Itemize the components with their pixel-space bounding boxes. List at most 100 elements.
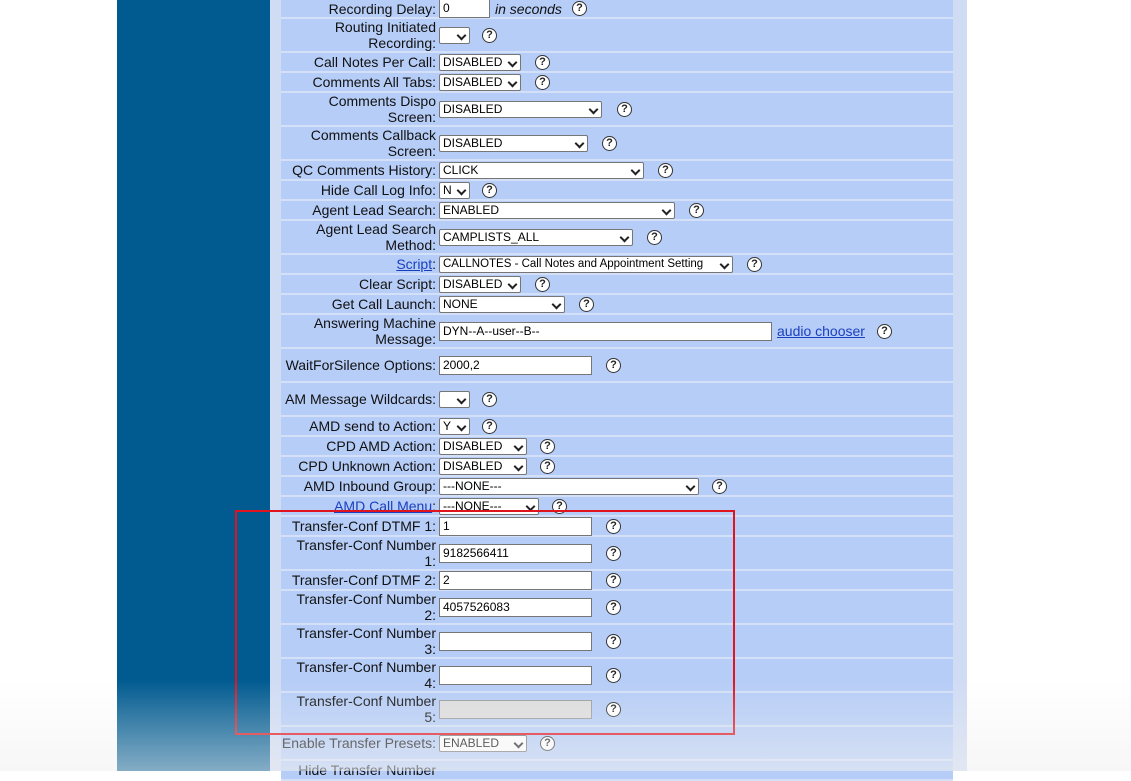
- comments-dispo-select[interactable]: DISABLED: [439, 100, 602, 118]
- call-notes-select[interactable]: DISABLED: [439, 53, 521, 71]
- help-icon[interactable]: ?: [540, 438, 555, 454]
- cpd-amd-select[interactable]: DISABLED: [439, 437, 527, 455]
- comments-all-tabs-label: Comments All Tabs:: [312, 74, 436, 90]
- cpd-unknown-label: CPD Unknown Action:: [298, 458, 436, 474]
- help-icon[interactable]: ?: [712, 478, 727, 494]
- help-icon[interactable]: ?: [571, 1, 587, 16]
- row-call-notes: Call Notes Per Call: DISABLED ?: [281, 53, 953, 73]
- row-cpd-unknown: CPD Unknown Action: DISABLED ?: [281, 457, 953, 477]
- chevron-down-icon: [507, 77, 518, 87]
- chevron-down-icon: [507, 57, 518, 67]
- help-icon[interactable]: ?: [482, 182, 497, 198]
- row-wait-for-silence: WaitForSilence Options: 2000,2 ?: [281, 349, 953, 383]
- agent-lead-search-method-label: Agent Lead Search Method:: [316, 221, 436, 253]
- recording-delay-input[interactable]: 0: [439, 0, 490, 18]
- chevron-down-icon: [619, 232, 630, 242]
- help-icon[interactable]: ?: [482, 27, 497, 43]
- row-agent-lead-search: Agent Lead Search: ENABLED ?: [281, 201, 953, 221]
- am-wildcards-label: AM Message Wildcards:: [285, 391, 436, 407]
- row-clear-script: Clear Script: DISABLED ?: [281, 275, 953, 295]
- help-icon[interactable]: ?: [647, 229, 662, 245]
- chevron-down-icon: [507, 279, 518, 289]
- row-hide-call-log: Hide Call Log Info: N ?: [281, 181, 953, 201]
- clear-script-label: Clear Script:: [358, 276, 436, 292]
- help-icon[interactable]: ?: [876, 323, 892, 339]
- agent-lead-search-label: Agent Lead Search:: [312, 202, 436, 218]
- chevron-down-icon: [456, 394, 467, 404]
- row-script: Script: CALLNOTES - Call Notes and Appoi…: [281, 255, 953, 275]
- chevron-down-icon: [513, 461, 524, 471]
- help-icon[interactable]: ?: [617, 101, 632, 117]
- chevron-down-icon: [588, 104, 599, 114]
- cpd-amd-label: CPD AMD Action:: [326, 438, 436, 454]
- amd-inbound-label: AMD Inbound Group:: [303, 478, 436, 494]
- agent-lead-search-select[interactable]: ENABLED: [439, 201, 675, 219]
- am-wildcards-select[interactable]: [439, 390, 470, 408]
- row-comments-dispo: Comments Dispo Screen: DISABLED ?: [281, 93, 953, 127]
- help-icon[interactable]: ?: [535, 54, 550, 70]
- script-link[interactable]: Script: [396, 256, 432, 272]
- help-icon[interactable]: ?: [535, 276, 550, 292]
- wait-for-silence-label: WaitForSilence Options:: [285, 357, 436, 373]
- wait-for-silence-input[interactable]: 2000,2: [439, 355, 592, 375]
- amd-send-select[interactable]: Y: [439, 417, 470, 435]
- row-comments-all-tabs: Comments All Tabs: DISABLED ?: [281, 73, 953, 93]
- row-am-message: Answering Machine Message: DYN--A--user-…: [281, 315, 953, 349]
- row-amd-inbound: AMD Inbound Group: ---NONE--- ?: [281, 477, 953, 497]
- help-icon[interactable]: ?: [579, 296, 594, 312]
- row-get-call-launch: Get Call Launch: NONE ?: [281, 295, 953, 315]
- amd-send-label: AMD send to Action:: [309, 418, 436, 434]
- highlight-box: [235, 510, 735, 735]
- comments-callback-label: Comments Callback Screen:: [310, 127, 436, 159]
- help-icon[interactable]: ?: [606, 357, 621, 373]
- help-icon[interactable]: ?: [689, 202, 704, 218]
- help-icon[interactable]: ?: [658, 162, 673, 178]
- chevron-down-icon: [551, 299, 562, 309]
- chevron-down-icon: [456, 185, 467, 195]
- help-icon[interactable]: ?: [602, 135, 617, 151]
- chevron-down-icon: [513, 441, 524, 451]
- row-routing-initiated: Routing Initiated Recording: ?: [281, 19, 953, 53]
- comments-dispo-label: Comments Dispo Screen:: [328, 93, 436, 125]
- row-amd-send: AMD send to Action: Y ?: [281, 417, 953, 437]
- recording-delay-label: Recording Delay:: [328, 0, 436, 17]
- hide-call-log-select[interactable]: N: [439, 181, 470, 199]
- am-message-label: Answering Machine Message:: [313, 315, 436, 347]
- chevron-down-icon: [456, 421, 467, 431]
- comments-all-tabs-select[interactable]: DISABLED: [439, 73, 521, 91]
- am-message-input[interactable]: DYN--A--user--B--: [439, 321, 772, 341]
- script-select[interactable]: CALLNOTES - Call Notes and Appointment S…: [439, 255, 733, 273]
- help-icon[interactable]: ?: [747, 256, 762, 272]
- chevron-down-icon: [630, 165, 641, 175]
- help-icon[interactable]: ?: [535, 74, 550, 90]
- chevron-down-icon: [719, 259, 730, 269]
- help-icon[interactable]: ?: [482, 418, 497, 434]
- recording-delay-hint: in seconds: [495, 0, 562, 17]
- routing-initiated-label: Routing Initiated Recording:: [334, 19, 436, 51]
- qc-comments-label: QC Comments History:: [292, 162, 436, 178]
- qc-comments-select[interactable]: CLICK: [439, 161, 644, 179]
- amd-inbound-select[interactable]: ---NONE---: [439, 477, 699, 495]
- chevron-down-icon: [574, 138, 585, 148]
- enable-presets-select[interactable]: ENABLED: [439, 734, 527, 752]
- comments-callback-select[interactable]: DISABLED: [439, 134, 588, 152]
- help-icon[interactable]: ?: [540, 735, 555, 751]
- row-am-wildcards: AM Message Wildcards: ?: [281, 383, 953, 417]
- hide-call-log-label: Hide Call Log Info:: [320, 182, 436, 198]
- routing-initiated-select[interactable]: [439, 26, 470, 44]
- row-comments-callback: Comments Callback Screen: DISABLED ?: [281, 127, 953, 161]
- audio-chooser-link[interactable]: audio chooser: [777, 323, 865, 339]
- clear-script-select[interactable]: DISABLED: [439, 275, 521, 293]
- get-call-launch-label: Get Call Launch:: [331, 296, 436, 312]
- help-icon[interactable]: ?: [540, 458, 555, 474]
- row-agent-lead-search-method: Agent Lead Search Method: CAMPLISTS_ALL …: [281, 221, 953, 255]
- agent-lead-search-method-select[interactable]: CAMPLISTS_ALL: [439, 228, 633, 246]
- row-qc-comments: QC Comments History: CLICK ?: [281, 161, 953, 181]
- help-icon[interactable]: ?: [482, 391, 497, 407]
- row-hide-xfer-number: Hide Transfer Number: [281, 761, 953, 781]
- row-cpd-amd: CPD AMD Action: DISABLED ?: [281, 437, 953, 457]
- call-notes-label: Call Notes Per Call:: [313, 54, 436, 70]
- get-call-launch-select[interactable]: NONE: [439, 295, 565, 313]
- chevron-down-icon: [661, 205, 672, 215]
- cpd-unknown-select[interactable]: DISABLED: [439, 457, 527, 475]
